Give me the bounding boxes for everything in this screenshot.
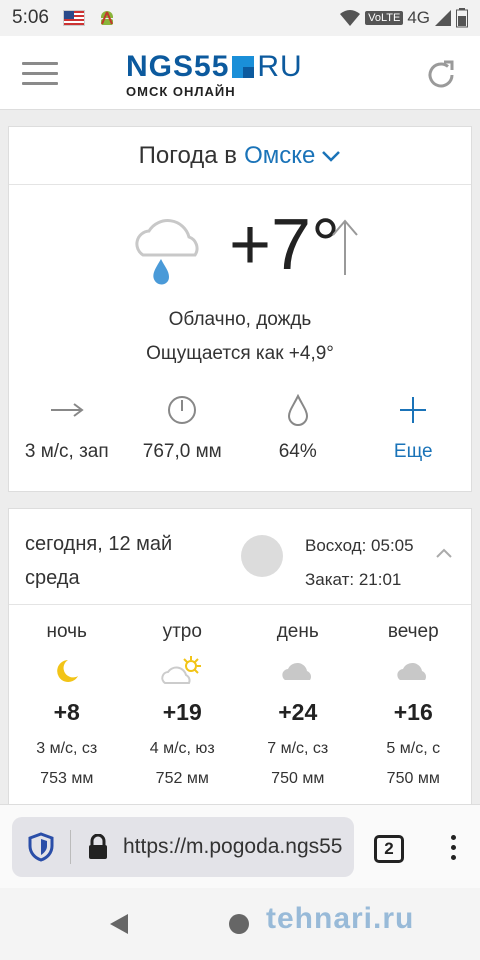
logo-domain: RU — [257, 50, 303, 83]
day-part-morning: утро +19 4 м/с, юз 752 мм — [125, 621, 241, 788]
status-time: 5:06 — [12, 7, 49, 28]
humidity-drop-icon — [287, 394, 308, 426]
part-wind: 5 м/с, с — [386, 740, 441, 757]
part-name: вечер — [387, 621, 439, 642]
cloud-icon — [282, 662, 311, 680]
volte-badge: VoLTE — [365, 11, 404, 25]
pressure-value: 767,0 мм — [142, 441, 222, 462]
more-label: Еще — [393, 441, 433, 462]
day-forecast-card: сегодня, 12 май среда Восход: 05:05 Зака… — [8, 508, 472, 808]
logo-text: NGS55 — [126, 50, 230, 83]
moon-icon — [56, 660, 78, 682]
day-part-day: день +24 7 м/с, сз 750 мм — [240, 621, 356, 788]
part-wind: 7 м/с, сз — [267, 740, 329, 757]
browser-toolbar: https://m.pogoda.ngs55 2 — [0, 804, 480, 888]
weekday-line: среда — [25, 567, 80, 589]
chevron-down-icon — [322, 150, 341, 162]
more-button[interactable]: Еще — [356, 393, 472, 463]
part-temp: +8 — [53, 699, 80, 725]
weather-condition: Облачно, дождь — [168, 309, 312, 330]
menu-dot — [450, 845, 456, 850]
status-indicators: VoLTE 4G — [339, 8, 468, 28]
part-pressure: 750 мм — [386, 770, 440, 787]
menu-dot — [450, 835, 456, 840]
menu-line — [22, 82, 58, 85]
current-temperature: +7° — [229, 205, 340, 285]
address-separator — [70, 830, 71, 864]
shield-icon[interactable] — [28, 832, 54, 862]
current-weather-card: Погода в Омске +7° Облачно, дождь Ощущае… — [8, 126, 472, 492]
site-header: NGS55 RU ОМСК ОНЛАЙН — [0, 36, 480, 110]
stat-humidity: 64% — [240, 393, 356, 463]
day-part-evening: вечер +16 5 м/с, с 750 мм — [356, 621, 472, 788]
android-debug-icon — [100, 11, 113, 25]
day-header[interactable]: сегодня, 12 май среда Восход: 05:05 Зака… — [9, 509, 471, 605]
sun-icon — [241, 535, 283, 577]
weather-title: Погода в Омске — [9, 127, 471, 185]
menu-button[interactable] — [22, 62, 58, 86]
cloud-icon — [397, 662, 427, 680]
day-parts: ночь +8 3 м/с, сз 753 мм утро +19 4 м/с,… — [9, 605, 471, 788]
status-bar: 5:06 VoLTE 4G — [0, 0, 480, 36]
site-logo[interactable]: NGS55 RU ОМСК ОНЛАЙН — [126, 50, 303, 100]
part-temp: +24 — [278, 699, 318, 725]
stat-wind: 3 м/с, зап — [9, 393, 125, 463]
day-part-night: ночь +8 3 м/с, сз 753 мм — [9, 621, 125, 788]
wind-value: 3 м/с, зап — [24, 441, 109, 462]
stat-pressure: 767,0 мм — [125, 393, 241, 463]
battery-icon — [456, 8, 468, 28]
back-icon[interactable] — [108, 912, 130, 936]
feels-like: Ощущается как +4,9° — [146, 343, 334, 364]
sunset-time: Закат: 21:01 — [305, 570, 402, 589]
tab-count-button[interactable]: 2 — [374, 835, 404, 863]
weather-title-prefix: Погода в — [138, 141, 238, 169]
part-name: ночь — [46, 621, 87, 642]
system-nav-bar: tehnari.ru — [0, 888, 480, 960]
logo-subtitle: ОМСК ОНЛАЙН — [126, 84, 236, 99]
menu-dot — [450, 855, 456, 860]
cloud-rain-icon — [135, 219, 199, 285]
lock-icon[interactable] — [87, 834, 109, 860]
sunrise-time: Восход: 05:05 — [305, 536, 414, 555]
part-name: утро — [162, 621, 202, 642]
part-name: день — [276, 621, 319, 642]
current-conditions: +7° — [9, 185, 471, 295]
sun-times: Восход: 05:05 Закат: 21:01 — [305, 529, 414, 597]
part-temp: +16 — [393, 699, 433, 725]
chevron-up-icon[interactable] — [435, 547, 453, 559]
part-pressure: 752 мм — [155, 770, 209, 787]
watermark-text: tehnari.ru — [266, 902, 415, 935]
sun-cloud-icon — [161, 656, 202, 684]
reload-icon[interactable] — [424, 58, 458, 92]
wifi-icon — [340, 10, 361, 26]
day-date: сегодня, 12 май среда — [25, 527, 172, 595]
pressure-gauge-icon — [168, 396, 197, 424]
wind-direction-arrow-icon — [332, 219, 358, 275]
humidity-value: 64% — [278, 441, 317, 462]
plus-icon — [400, 397, 427, 423]
wind-arrow-icon — [50, 403, 84, 417]
part-wind: 4 м/с, юз — [149, 740, 215, 757]
signal-icon — [435, 10, 451, 26]
us-flag-icon — [62, 10, 85, 26]
city-selector[interactable]: Омске — [244, 142, 341, 170]
part-pressure: 753 мм — [40, 770, 94, 787]
date-line: сегодня, 12 май — [25, 533, 173, 555]
url-text: https://m.pogoda.ngs55 — [123, 835, 343, 858]
logo-square-icon — [232, 56, 255, 78]
part-pressure: 750 мм — [271, 770, 325, 787]
part-wind: 3 м/с, сз — [36, 740, 98, 757]
menu-line — [22, 72, 58, 75]
home-icon[interactable] — [229, 914, 249, 934]
overflow-menu-button[interactable] — [446, 835, 460, 863]
address-bar[interactable]: https://m.pogoda.ngs55 — [12, 817, 354, 877]
part-temp: +19 — [162, 699, 202, 725]
weather-stats: 3 м/с, зап 767,0 мм 64% Еще — [9, 393, 471, 463]
menu-line — [22, 62, 58, 65]
city-name: Омске — [244, 141, 316, 169]
network-type: 4G — [407, 8, 430, 27]
